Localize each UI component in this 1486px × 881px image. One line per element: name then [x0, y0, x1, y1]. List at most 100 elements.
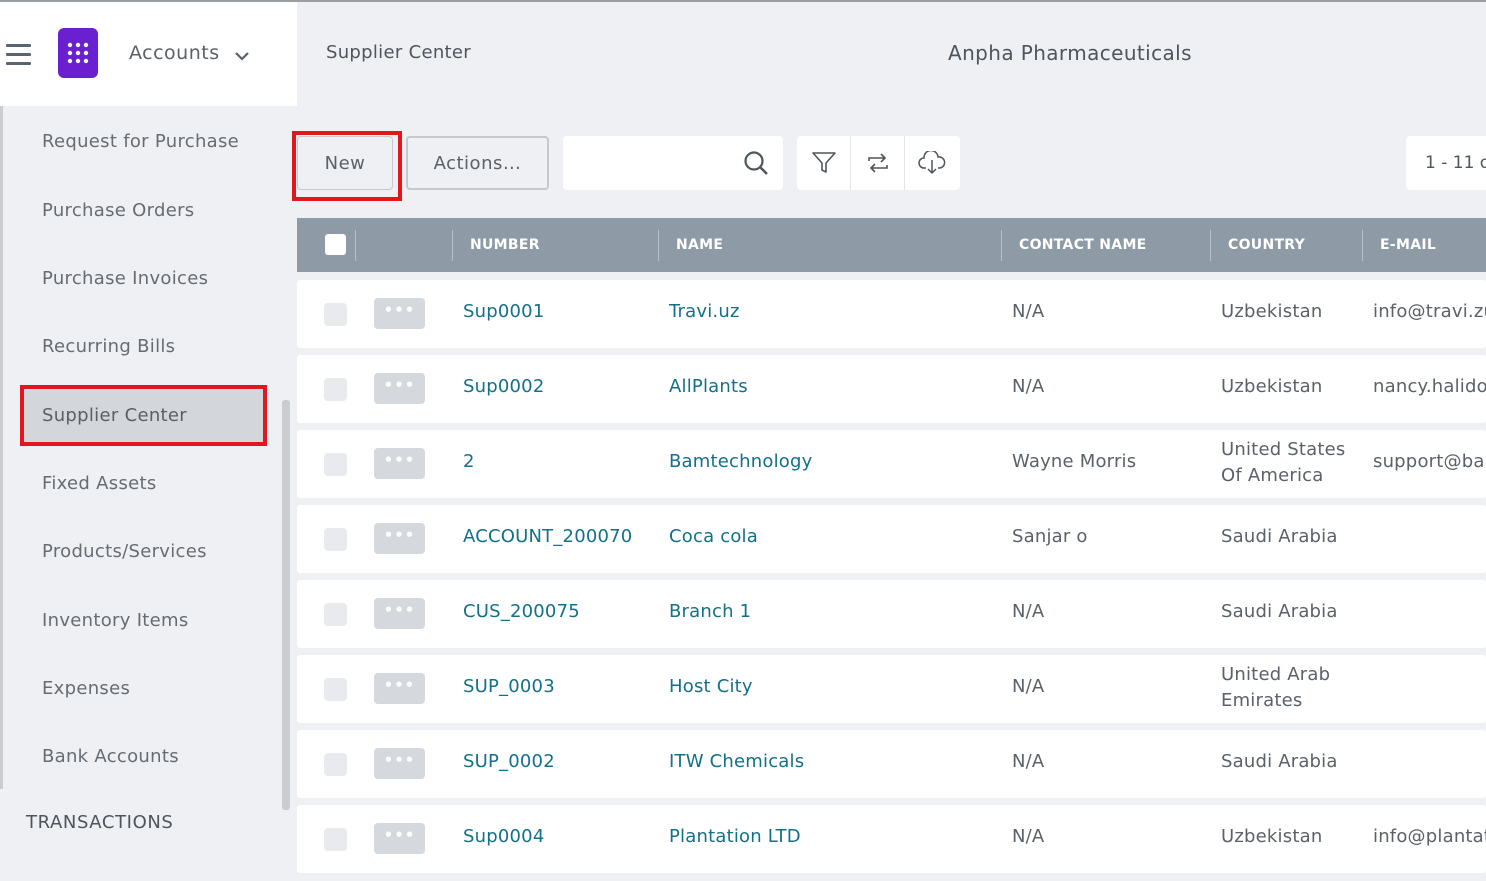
- supplier-number[interactable]: SUP_0002: [463, 751, 555, 772]
- column-separator: [355, 230, 356, 261]
- row-checkbox[interactable]: [324, 678, 347, 701]
- sidebar-divider: [0, 106, 3, 789]
- supplier-name[interactable]: Host City: [669, 676, 753, 697]
- sidebar-item-inventory-items[interactable]: Inventory Items: [23, 593, 264, 648]
- table-row[interactable]: ••• ACCOUNT_200070 Coca cola Sanjar o Sa…: [297, 505, 1486, 573]
- row-checkbox[interactable]: [324, 378, 347, 401]
- sidebar-item-purchase-orders[interactable]: Purchase Orders: [23, 183, 264, 238]
- sidebar-scrollbar[interactable]: [282, 400, 290, 810]
- table-row[interactable]: ••• SUP_0002 ITW Chemicals N/A Saudi Ara…: [297, 730, 1486, 798]
- supplier-name[interactable]: Bamtechnology: [669, 451, 812, 472]
- column-header-name[interactable]: NAME: [676, 218, 723, 272]
- supplier-number[interactable]: CUS_200075: [463, 601, 580, 622]
- actions-button[interactable]: Actions…: [406, 136, 549, 190]
- country: Saudi Arabia: [1221, 526, 1338, 547]
- sidebar-item-recurring-bills[interactable]: Recurring Bills: [23, 319, 264, 374]
- column-separator: [1210, 230, 1211, 261]
- row-checkbox[interactable]: [324, 603, 347, 626]
- country: Uzbekistan: [1221, 376, 1323, 397]
- search-box: [563, 136, 783, 190]
- table-row[interactable]: ••• Sup0001 Travi.uz N/A Uzbekistan info…: [297, 280, 1486, 348]
- table-row[interactable]: ••• Sup0002 AllPlants N/A Uzbekistan nan…: [297, 355, 1486, 423]
- email: info@plantat: [1373, 826, 1486, 847]
- column-separator: [1362, 230, 1363, 261]
- row-menu-button[interactable]: •••: [374, 673, 425, 704]
- row-menu-button[interactable]: •••: [374, 823, 425, 854]
- search-icon[interactable]: [743, 150, 769, 180]
- sidebar: Request for Purchase Purchase Orders Pur…: [0, 106, 284, 881]
- table-tools: [797, 136, 960, 190]
- supplier-number[interactable]: 2: [463, 451, 475, 472]
- row-checkbox[interactable]: [324, 453, 347, 476]
- column-header-number[interactable]: NUMBER: [470, 218, 540, 272]
- hamburger-menu-icon[interactable]: [6, 44, 31, 66]
- chevron-down-icon[interactable]: [235, 46, 249, 65]
- top-left-header: Accounts: [0, 2, 297, 106]
- table-row[interactable]: ••• Sup0004 Plantation LTD N/A Uzbekista…: [297, 805, 1486, 873]
- column-header-contact-name[interactable]: CONTACT NAME: [1019, 218, 1147, 272]
- contact-name: N/A: [1012, 676, 1045, 697]
- company-name: Anpha Pharmaceuticals: [948, 41, 1192, 65]
- table-row[interactable]: ••• SUP_0003 Host City N/A United Arab E…: [297, 655, 1486, 723]
- sidebar-item-expenses[interactable]: Expenses: [23, 661, 264, 716]
- contact-name: N/A: [1012, 826, 1045, 847]
- country: Uzbekistan: [1221, 301, 1323, 322]
- supplier-number[interactable]: Sup0004: [463, 826, 544, 847]
- supplier-name[interactable]: AllPlants: [669, 376, 748, 397]
- country: United States Of America: [1221, 439, 1346, 486]
- column-header-email[interactable]: E-MAIL: [1380, 218, 1436, 272]
- sidebar-section-transactions[interactable]: TRANSACTIONS: [26, 812, 173, 833]
- row-checkbox[interactable]: [324, 303, 347, 326]
- sidebar-item-fixed-assets[interactable]: Fixed Assets: [23, 456, 264, 511]
- supplier-number[interactable]: Sup0001: [463, 301, 544, 322]
- refresh-icon[interactable]: [851, 136, 905, 190]
- supplier-name[interactable]: ITW Chemicals: [669, 751, 804, 772]
- contact-name: N/A: [1012, 751, 1045, 772]
- supplier-name[interactable]: Branch 1: [669, 601, 751, 622]
- sidebar-item-purchase-invoices[interactable]: Purchase Invoices: [23, 251, 264, 306]
- sidebar-item-supplier-center[interactable]: Supplier Center: [20, 385, 267, 446]
- row-checkbox[interactable]: [324, 528, 347, 551]
- row-menu-button[interactable]: •••: [374, 523, 425, 554]
- top-right-header: Supplier Center Anpha Pharmaceuticals: [297, 2, 1486, 106]
- contact-name: N/A: [1012, 376, 1045, 397]
- row-menu-button[interactable]: •••: [374, 748, 425, 779]
- app-grid-logo-icon[interactable]: [58, 28, 98, 78]
- table-row[interactable]: ••• 2 Bamtechnology Wayne Morris United …: [297, 430, 1486, 498]
- row-menu-button[interactable]: •••: [374, 598, 425, 629]
- column-separator: [452, 230, 453, 261]
- module-selector[interactable]: Accounts: [129, 42, 220, 64]
- email: support@ba: [1373, 451, 1485, 472]
- cloud-download-icon[interactable]: [905, 136, 959, 190]
- table-row[interactable]: ••• CUS_200075 Branch 1 N/A Saudi Arabia: [297, 580, 1486, 648]
- column-separator: [1001, 230, 1002, 261]
- table-header: NUMBER NAME CONTACT NAME COUNTRY E-MAIL: [297, 218, 1486, 272]
- supplier-name[interactable]: Travi.uz: [669, 301, 740, 322]
- country: United Arab Emirates: [1221, 664, 1331, 711]
- supplier-name[interactable]: Plantation LTD: [669, 826, 801, 847]
- supplier-number[interactable]: Sup0002: [463, 376, 544, 397]
- contact-name: N/A: [1012, 601, 1045, 622]
- sidebar-item-request-for-purchase[interactable]: Request for Purchase: [23, 114, 264, 169]
- row-checkbox[interactable]: [324, 828, 347, 851]
- select-all-checkbox[interactable]: [325, 234, 346, 255]
- sidebar-item-products-services[interactable]: Products/Services: [23, 524, 264, 579]
- sidebar-item-bank-accounts[interactable]: Bank Accounts: [23, 729, 264, 784]
- contact-name: Wayne Morris: [1012, 451, 1137, 472]
- new-button[interactable]: New: [297, 136, 393, 190]
- row-checkbox[interactable]: [324, 753, 347, 776]
- column-separator: [658, 230, 659, 261]
- supplier-name[interactable]: Coca cola: [669, 526, 758, 547]
- supplier-number[interactable]: SUP_0003: [463, 676, 555, 697]
- pagination-info: 1 - 11 of: [1406, 136, 1486, 190]
- column-header-country[interactable]: COUNTRY: [1228, 218, 1305, 272]
- country: Saudi Arabia: [1221, 601, 1338, 622]
- filter-icon[interactable]: [797, 136, 851, 190]
- supplier-number[interactable]: ACCOUNT_200070: [463, 526, 632, 547]
- row-menu-button[interactable]: •••: [374, 448, 425, 479]
- email: nancy.halido: [1373, 376, 1486, 397]
- search-input[interactable]: [563, 136, 733, 190]
- row-menu-button[interactable]: •••: [374, 373, 425, 404]
- row-menu-button[interactable]: •••: [374, 298, 425, 329]
- country: Saudi Arabia: [1221, 751, 1338, 772]
